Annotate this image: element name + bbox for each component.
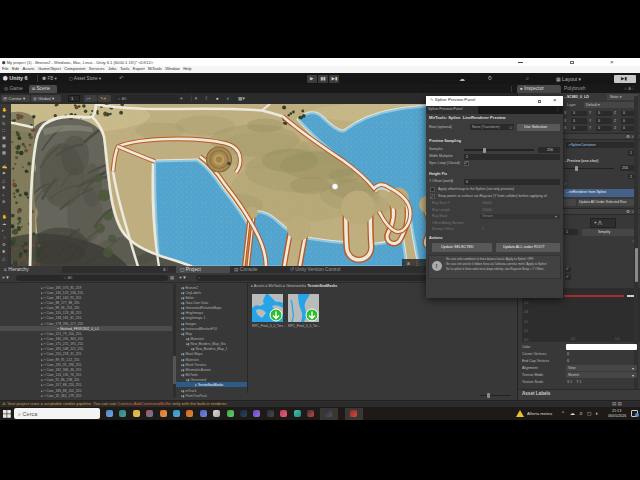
svg-text:⋮: ⋮ xyxy=(414,259,419,265)
svg-text:a: a xyxy=(407,259,410,265)
